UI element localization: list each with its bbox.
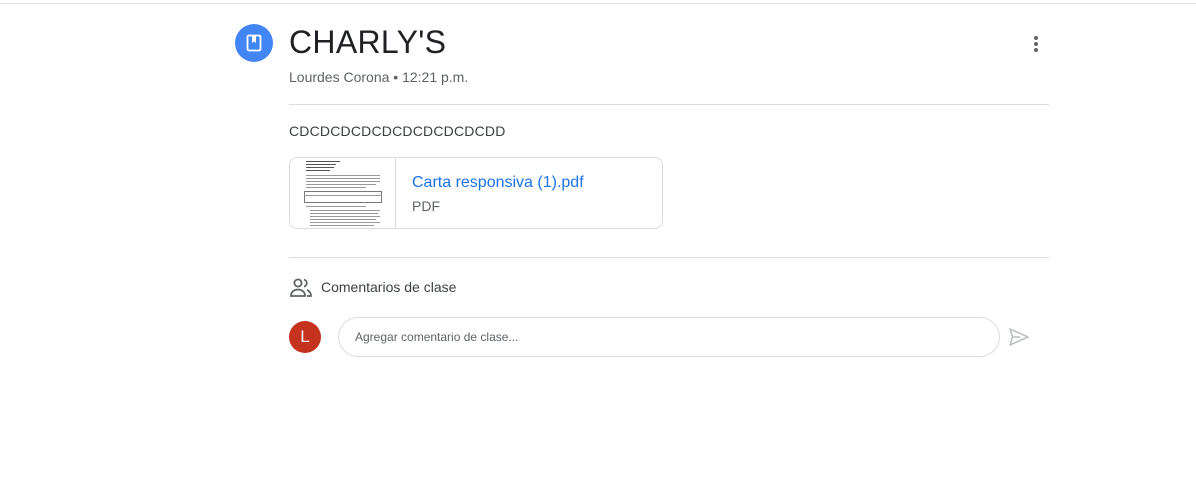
attachment-name[interactable]: Carta responsiva (1).pdf xyxy=(412,174,584,192)
post-body: CDCDCDCDCDCDCDCDCDCDD xyxy=(289,123,506,139)
more-vert-icon xyxy=(1034,36,1038,52)
send-icon xyxy=(1009,328,1029,346)
class-comment-input[interactable] xyxy=(338,317,1000,357)
attachment-type: PDF xyxy=(412,198,440,214)
more-options-button[interactable] xyxy=(1022,30,1050,58)
attachment-card[interactable]: Carta responsiva (1).pdf PDF xyxy=(289,157,663,229)
post-meta: Lourdes Corona • 12:21 p.m. xyxy=(289,69,469,85)
top-divider xyxy=(0,3,1196,4)
avatar: L xyxy=(289,321,321,353)
class-comments-label: Comentarios de clase xyxy=(321,279,457,295)
comments-divider xyxy=(289,257,1049,258)
header-divider xyxy=(289,104,1049,105)
post-type-icon xyxy=(235,24,273,62)
send-button[interactable] xyxy=(1006,324,1032,350)
assignment-book-icon xyxy=(246,34,262,52)
pdf-thumbnail xyxy=(290,158,396,228)
post-title: CHARLY'S xyxy=(289,24,447,60)
people-icon xyxy=(290,278,312,297)
